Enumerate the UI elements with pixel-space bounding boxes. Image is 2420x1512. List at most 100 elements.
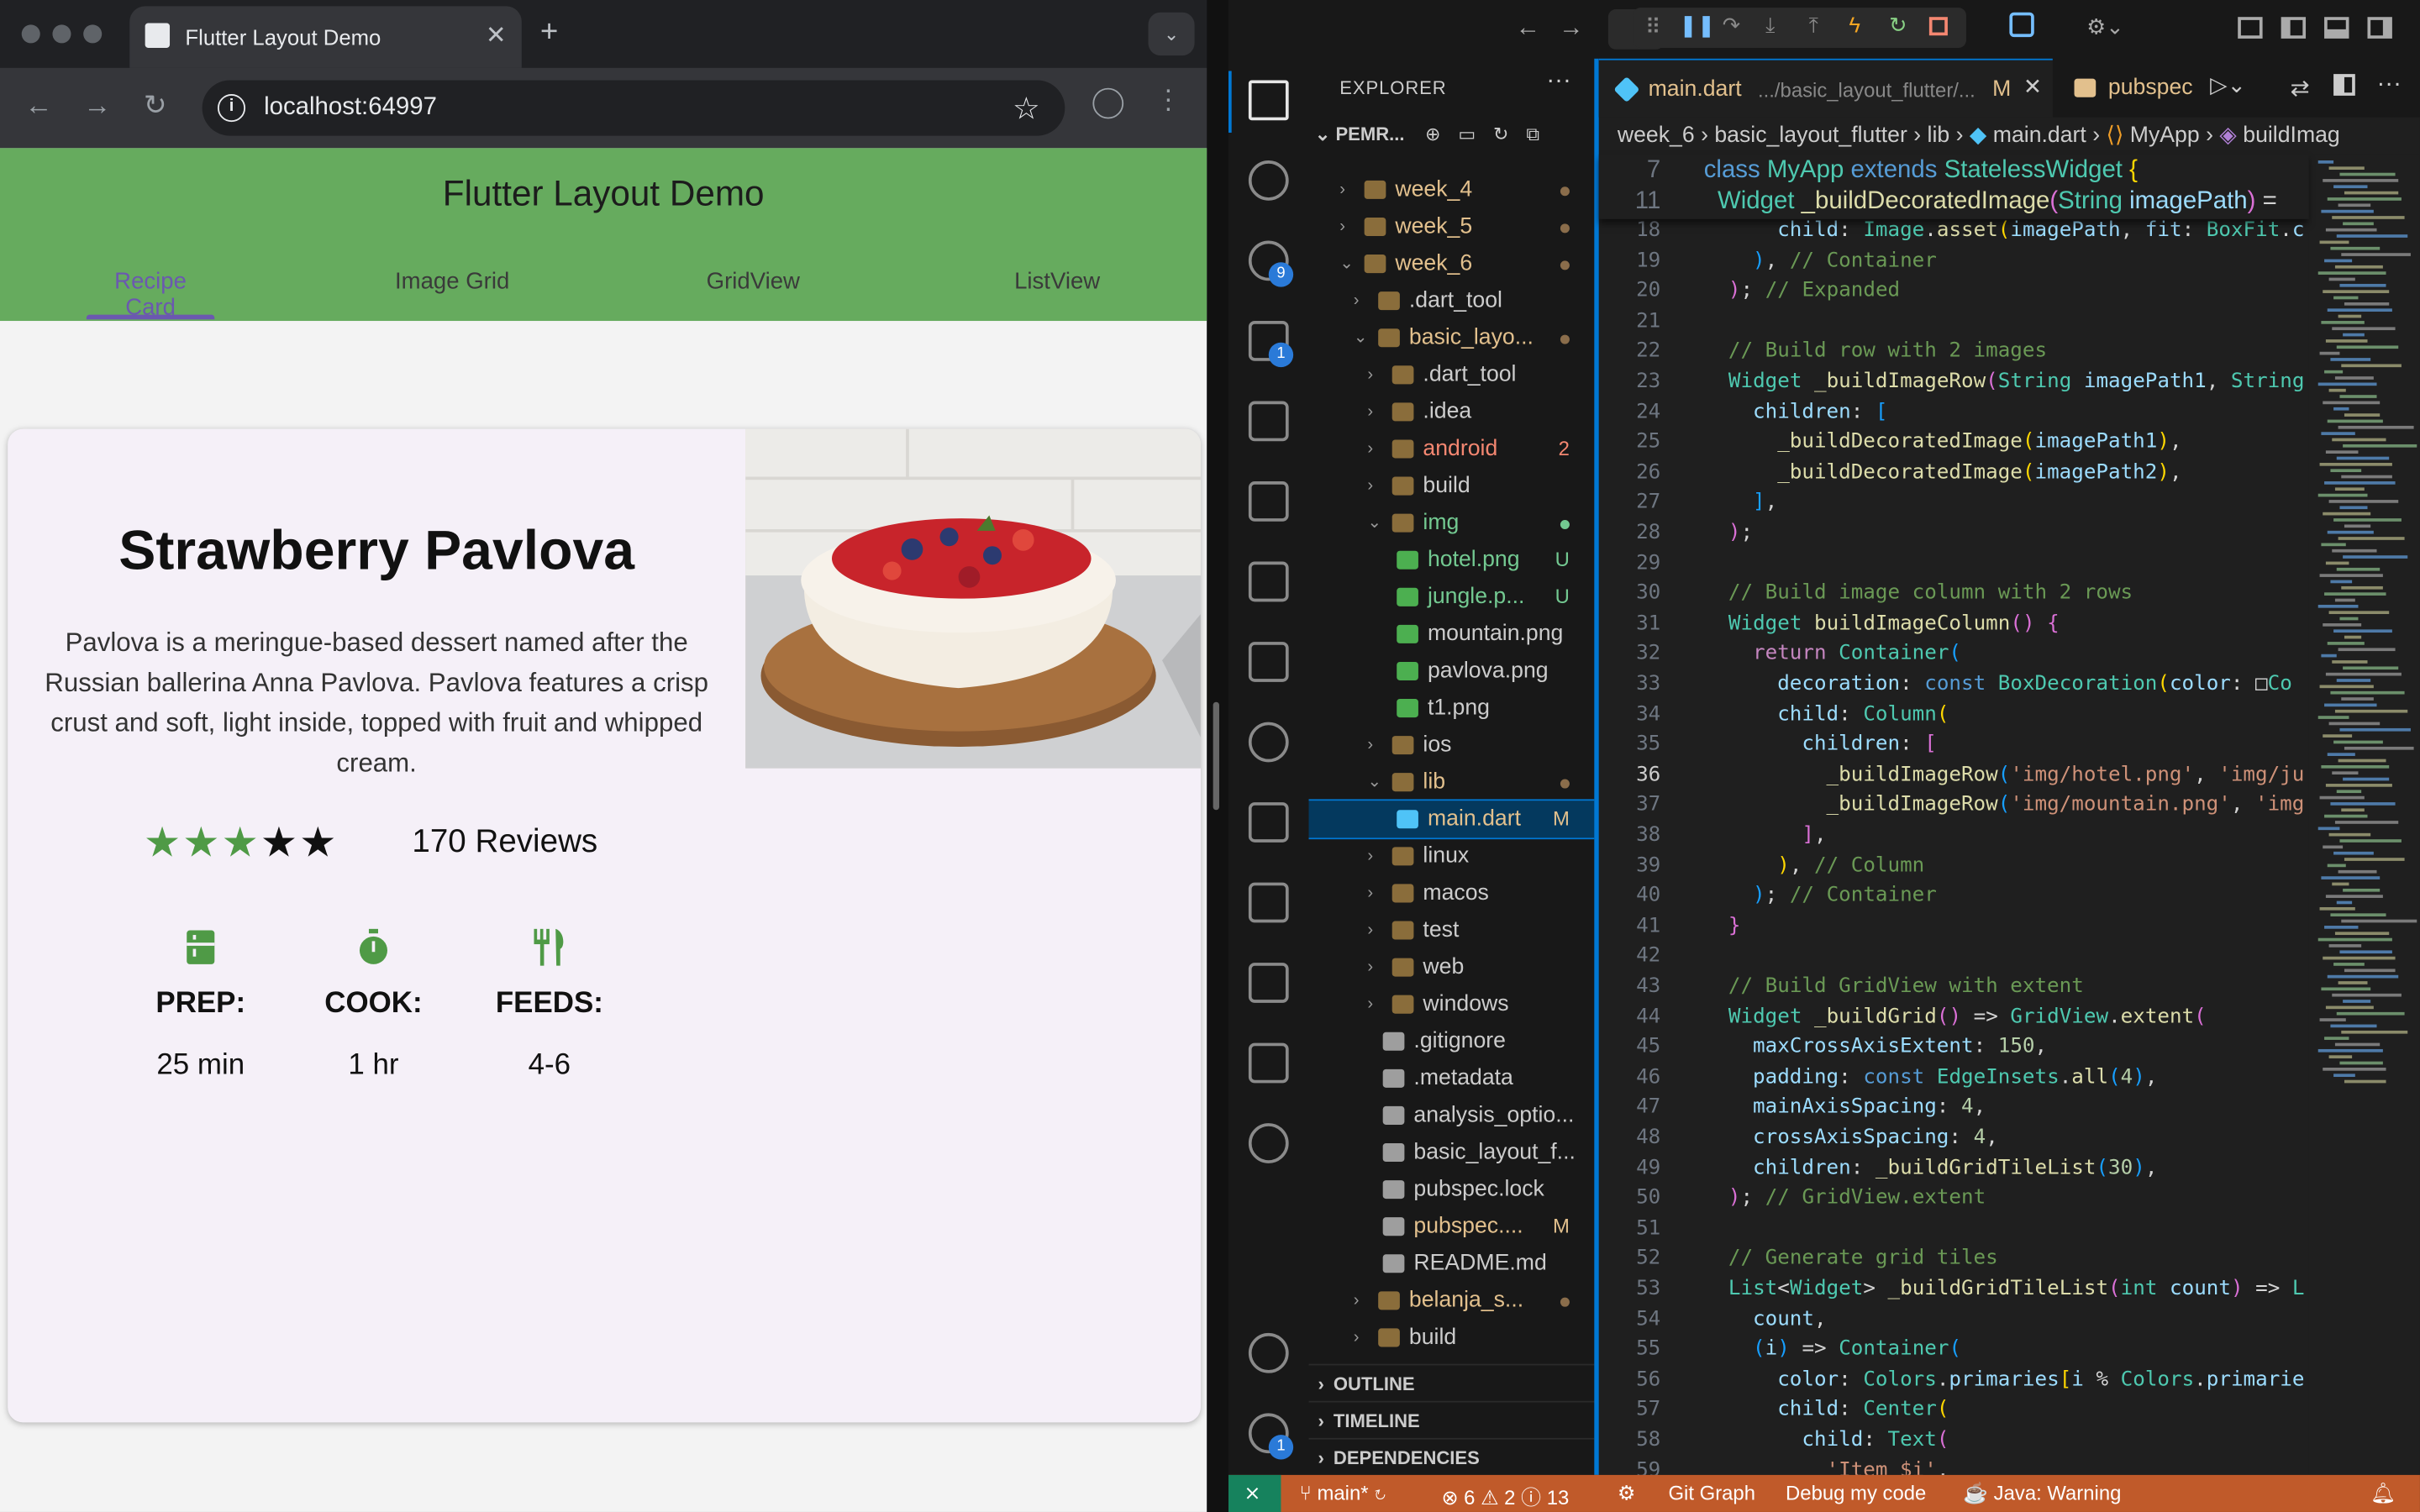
code-line[interactable]: child: Text( <box>1704 1429 1949 1452</box>
breadcrumb-file[interactable]: main.dart <box>1993 123 2086 148</box>
tree-item[interactable]: › test <box>1309 911 1595 948</box>
tree-item[interactable]: › belanja_s... <box>1309 1282 1595 1319</box>
tree-item[interactable]: pavlova.png <box>1309 653 1595 690</box>
toggle-panel-icon[interactable] <box>2324 17 2349 39</box>
tree-item[interactable]: ⌄ basic_layo... <box>1309 319 1595 356</box>
code-line[interactable]: _buildDecoratedImage(imagePath2), <box>1704 461 2181 485</box>
site-info-icon[interactable]: i <box>217 94 246 123</box>
remote-indicator[interactable]: ⨯ <box>1228 1474 1281 1512</box>
explorer-icon[interactable] <box>1248 80 1289 121</box>
window-zoom-button[interactable] <box>83 24 103 44</box>
code-line[interactable]: child: Column( <box>1704 703 1949 727</box>
testing-icon[interactable] <box>1248 561 1289 602</box>
tree-item[interactable]: › week_5 <box>1309 208 1595 245</box>
code-line[interactable]: _buildImageRow('img/mountain.png', 'img <box>1704 794 2305 817</box>
code-line[interactable]: ), // Column <box>1704 854 1924 878</box>
remote-explorer-icon[interactable] <box>1248 481 1289 522</box>
devtools-icon[interactable] <box>2009 12 2034 38</box>
git-branch[interactable]: ⑂ main* ↻ <box>1300 1481 1386 1504</box>
dart-devtools-icon[interactable]: ⚙ <box>1618 1481 1635 1505</box>
copilot-icon[interactable] <box>1248 1123 1289 1163</box>
forward-arrow-icon[interactable]: → <box>83 90 111 123</box>
address-bar[interactable]: i localhost:64997 ☆ <box>202 80 1065 136</box>
tree-item[interactable]: › .dart_tool <box>1309 356 1595 393</box>
code-line[interactable]: // Generate grid tiles <box>1704 1247 1998 1271</box>
breadcrumb-project[interactable]: basic_layout_flutter <box>1714 123 1907 148</box>
nav-forward-icon[interactable]: → <box>1559 15 1583 43</box>
new-file-icon[interactable]: ⊕ <box>1425 123 1440 145</box>
window-minimize-button[interactable] <box>52 24 71 44</box>
new-tab-button[interactable]: + <box>540 15 558 50</box>
code-line[interactable]: // Build image column with 2 rows <box>1704 582 2133 606</box>
code-line[interactable]: 'Item $i', <box>1704 1459 1949 1475</box>
code-line[interactable]: ); // GridView.extent <box>1704 1187 1986 1210</box>
code-line[interactable]: Widget _buildImageRow(String imagePath1,… <box>1704 370 2305 394</box>
scan-icon[interactable] <box>1248 1042 1289 1084</box>
breadcrumb-class[interactable]: MyApp <box>2130 123 2200 148</box>
explorer-more-icon[interactable]: ··· <box>1546 68 1570 96</box>
git-graph-button[interactable]: Git Graph <box>1668 1481 1755 1504</box>
hot-reload-icon[interactable]: ϟ <box>1849 13 1860 37</box>
project-folder-header[interactable]: ⌄ PEMR... ⊕ ▭ ↻ ⧉ <box>1315 123 1539 147</box>
split-editor-icon[interactable] <box>2333 74 2355 96</box>
tree-item[interactable]: hotel.png U <box>1309 542 1595 579</box>
tree-item[interactable]: › windows <box>1309 986 1595 1023</box>
code-line[interactable]: List<Widget> _buildGridTileList(int coun… <box>1704 1278 2305 1301</box>
close-tab-icon[interactable]: ✕ <box>2023 76 2042 100</box>
code-line[interactable]: crossAxisSpacing: 4, <box>1704 1126 1998 1150</box>
run-tests-icon[interactable] <box>1248 642 1289 682</box>
tab-recipe-card[interactable]: Recipe Card <box>87 269 214 321</box>
code-line[interactable]: child: Image.asset(imagePath, fit: BoxFi… <box>1704 219 2304 243</box>
tree-item[interactable]: .gitignore <box>1309 1023 1595 1060</box>
debug-config-icon[interactable]: ⚙⌄ <box>2086 14 2124 40</box>
url-text[interactable]: localhost:64997 <box>264 94 437 122</box>
containers-icon[interactable] <box>1248 802 1289 843</box>
code-line[interactable]: Widget _buildGrid() => GridView.extent( <box>1704 1005 2207 1029</box>
tree-item[interactable]: .metadata <box>1309 1060 1595 1097</box>
code-line[interactable]: decoration: const BoxDecoration(color: □… <box>1704 673 2292 696</box>
tree-item[interactable]: › macos <box>1309 874 1595 911</box>
more-actions-icon[interactable]: ··· <box>2377 71 2402 98</box>
back-arrow-icon[interactable]: ← <box>24 90 52 123</box>
accounts-icon[interactable] <box>1248 1332 1289 1373</box>
code-line[interactable]: Widget buildImageColumn() { <box>1704 612 2060 636</box>
code-line[interactable]: // Build row with 2 images <box>1704 340 2047 364</box>
restart-icon[interactable]: ↻ <box>1889 13 1907 39</box>
compare-icon[interactable]: ⇄ <box>2291 74 2310 102</box>
code-line[interactable]: } <box>1704 915 1741 938</box>
tree-item[interactable]: analysis_optio... <box>1309 1097 1595 1134</box>
browser-menu-icon[interactable]: · · · <box>1160 76 1176 122</box>
tree-item[interactable]: › build <box>1309 1319 1595 1356</box>
code-editor[interactable]: 18 child: Image.asset(imagePath, fit: Bo… <box>1599 155 2309 1475</box>
code-line[interactable]: children: _buildGridTileList(30), <box>1704 1157 2157 1180</box>
code-line[interactable]: _buildImageRow('img/hotel.png', 'img/ju <box>1704 764 2305 787</box>
breadcrumb-lib[interactable]: lib <box>1928 123 1950 148</box>
minimap[interactable] <box>2308 154 2420 1475</box>
code-line[interactable]: ], <box>1704 824 1826 848</box>
flutter-icon[interactable] <box>1248 882 1289 923</box>
tree-item[interactable]: ⌄ img <box>1309 505 1595 542</box>
tree-item[interactable]: › build <box>1309 468 1595 505</box>
tree-item[interactable]: › web <box>1309 949 1595 986</box>
step-out-icon[interactable]: ⤒ <box>1809 13 1818 39</box>
window-divider[interactable] <box>1207 0 1229 1512</box>
editor-tab-main-dart[interactable]: main.dart .../basic_layout_flutter/... M… <box>1598 58 2053 118</box>
run-icon[interactable]: ▷⌄ <box>2210 74 2246 98</box>
window-close-button[interactable] <box>21 24 40 44</box>
collapse-all-icon[interactable]: ⧉ <box>1526 123 1539 145</box>
editor-tab-pubspec[interactable]: pubspec ▷⌄ <box>2055 59 2287 118</box>
pause-icon[interactable]: ❚❚ <box>1679 13 1715 39</box>
tab-gridview[interactable]: GridView <box>684 269 823 295</box>
edit-tool-icon[interactable] <box>1248 963 1289 1003</box>
bookmark-star-icon[interactable]: ☆ <box>1013 90 1040 129</box>
profile-icon[interactable] <box>1092 87 1124 119</box>
breadcrumb-method[interactable]: buildImag <box>2243 123 2339 148</box>
problems-indicator[interactable]: ⊗ 6 ⚠ 2 ⓘ 13 <box>1441 1481 1569 1510</box>
code-line[interactable]: color: Colors.primaries[i % Colors.prima… <box>1704 1368 2304 1392</box>
tree-item[interactable]: basic_layout_f... <box>1309 1134 1595 1171</box>
code-line[interactable]: child: Center( <box>1704 1399 1949 1422</box>
tree-item[interactable]: › linux <box>1309 837 1595 874</box>
search-icon[interactable] <box>1248 160 1289 201</box>
code-line[interactable]: (i) => Container( <box>1704 1338 1961 1362</box>
tab-image-grid[interactable]: Image Grid <box>375 269 529 295</box>
